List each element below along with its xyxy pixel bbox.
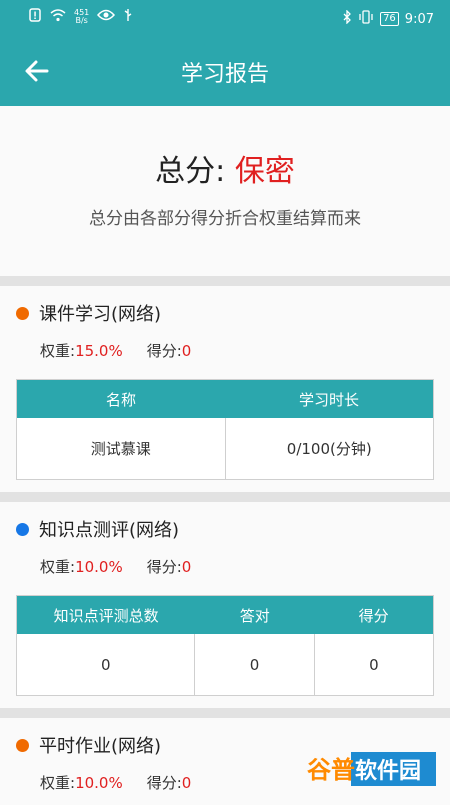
table-header: 名称 学习时长 <box>17 380 433 418</box>
status-bar: 451 B/s 76 9:07 <box>0 0 450 36</box>
weight: 权重:10.0% <box>40 556 123 577</box>
column-header: 得分 <box>358 606 389 625</box>
score-value: 0 <box>181 774 192 792</box>
score-description: 总分由各部分得分折合权重结算而来 <box>89 209 361 229</box>
weight-value: 10.0% <box>75 558 123 576</box>
weight: 权重:15.0% <box>40 340 123 361</box>
table-cell: 0 <box>369 655 379 674</box>
bluetooth-icon <box>342 9 352 28</box>
report-content[interactable]: 总分: 保密 总分由各部分得分折合权重结算而来 课件学习(网络) 权重:15.0… <box>0 106 450 805</box>
vibrate-icon <box>358 10 374 28</box>
network-speed-unit: B/s <box>75 15 88 25</box>
table-cell: 0 <box>17 634 196 695</box>
score-summary: 总分: 保密 总分由各部分得分折合权重结算而来 <box>0 106 450 276</box>
column-header: 学习时长 <box>298 390 359 409</box>
table-row[interactable]: 0 0 0 <box>17 634 433 695</box>
page-title: 学习报告 <box>180 62 269 87</box>
svg-text:软件园: 软件园 <box>355 758 421 784</box>
column-header: 知识点评测总数 <box>53 606 159 625</box>
app-bar: 学习报告 <box>0 36 450 106</box>
score-value: 0 <box>181 342 192 360</box>
orange-dot-icon <box>16 738 29 752</box>
column-header: 答对 <box>239 606 270 625</box>
weight-label: 权重: <box>40 774 76 792</box>
total-score-value: 保密 <box>234 154 295 189</box>
section-header: 知识点测评(网络) <box>16 516 434 542</box>
courseware-table: 名称 学习时长 测试慕课 0/100(分钟) <box>16 379 434 480</box>
score-value: 0 <box>181 558 192 576</box>
battery-indicator: 76 <box>380 12 399 26</box>
section-divider <box>0 492 450 502</box>
table-cell: 0/100(分钟) <box>286 440 372 458</box>
orange-dot-icon <box>16 306 29 320</box>
knowledge-test-table: 知识点评测总数 答对 得分 0 0 0 <box>16 595 434 696</box>
weight: 权重:10.0% <box>40 772 123 793</box>
weight-value: 10.0% <box>75 774 123 792</box>
section-header: 课件学习(网络) <box>16 300 434 326</box>
wifi-icon <box>50 8 66 25</box>
score-label: 得分: <box>146 774 182 792</box>
section-knowledge-test: 知识点测评(网络) 权重:10.0% 得分:0 知识点评测总数 答对 得分 0 … <box>0 502 450 708</box>
alert-icon <box>28 8 42 25</box>
table-cell: 测试慕课 <box>17 418 226 479</box>
column-header: 名称 <box>105 390 136 409</box>
section-divider <box>0 708 450 718</box>
table-row[interactable]: 测试慕课 0/100(分钟) <box>17 418 433 479</box>
score: 得分:0 <box>147 556 192 577</box>
table-header: 知识点评测总数 答对 得分 <box>17 596 433 634</box>
weight-label: 权重: <box>40 342 76 360</box>
watermark-logo: 谷普 软件园 <box>303 748 438 790</box>
section-title: 课件学习(网络) <box>39 304 162 325</box>
section-meta: 权重:10.0% 得分:0 <box>40 556 434 577</box>
section-courseware: 课件学习(网络) 权重:15.0% 得分:0 名称 学习时长 测试慕课 0/10… <box>0 286 450 492</box>
section-title: 平时作业(网络) <box>39 736 162 757</box>
eye-icon <box>97 9 116 24</box>
clock: 9:07 <box>404 11 434 27</box>
weight-value: 15.0% <box>75 342 123 360</box>
section-title: 知识点测评(网络) <box>39 520 180 541</box>
total-score-label: 总分: <box>155 154 235 189</box>
table-cell: 0 <box>195 634 315 695</box>
score: 得分:0 <box>147 340 192 361</box>
section-divider <box>0 276 450 286</box>
weight-label: 权重: <box>40 558 76 576</box>
score: 得分:0 <box>147 772 192 793</box>
svg-text:谷普: 谷普 <box>307 756 355 784</box>
network-speed: 451 B/s <box>74 8 89 25</box>
total-score: 总分: 保密 <box>0 106 450 190</box>
score-label: 得分: <box>146 558 182 576</box>
section-meta: 权重:15.0% 得分:0 <box>40 340 434 361</box>
usb-icon <box>123 8 133 25</box>
blue-dot-icon <box>16 522 29 536</box>
score-label: 得分: <box>146 342 182 360</box>
